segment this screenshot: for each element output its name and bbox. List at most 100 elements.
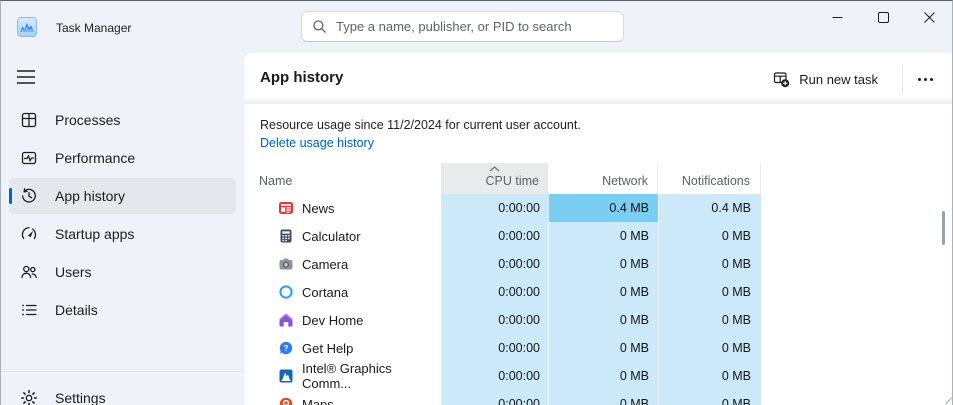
resize-grip-icon (944, 396, 952, 404)
app-name-cell: ? Get Help (244, 334, 441, 362)
sidebar-item-label: Details (55, 302, 98, 318)
more-options-button[interactable] (908, 64, 942, 95)
cpu-time-cell: 0:00:00 (441, 194, 548, 222)
search-box[interactable] (301, 11, 624, 42)
header-divider-band (244, 99, 952, 104)
history-icon (19, 186, 39, 206)
run-new-task-button[interactable]: Run new task (763, 64, 888, 95)
app-name-label: News (302, 200, 335, 216)
window-controls (814, 1, 952, 33)
hamburger-icon (17, 70, 35, 84)
cortana-app-icon (278, 284, 294, 300)
sidebar-item-app-history[interactable]: App history (9, 178, 236, 214)
vertical-scrollbar[interactable] (942, 211, 945, 245)
menu-toggle-button[interactable] (7, 59, 45, 95)
run-new-task-icon (773, 71, 790, 88)
column-header-name[interactable]: Name (244, 163, 441, 194)
search-input[interactable] (336, 19, 613, 34)
column-header-network[interactable]: Network (548, 163, 658, 194)
table-row[interactable]: Calculator 0:00:00 0 MB 0 MB (244, 222, 952, 250)
app-name-label: Get Help (302, 340, 354, 356)
svg-text:?: ? (284, 344, 289, 353)
details-icon (19, 300, 39, 320)
app-name-cell: Maps (244, 390, 441, 405)
sidebar-item-processes[interactable]: Processes (9, 102, 236, 138)
network-cell: 0.4 MB (548, 194, 658, 222)
cpu-time-cell: 0:00:00 (441, 390, 548, 405)
notifications-cell: 0 MB (658, 278, 761, 306)
network-cell: 0 MB (548, 334, 658, 362)
notifications-cell: 0 MB (658, 222, 761, 250)
column-header-notifications[interactable]: Notifications (658, 163, 761, 194)
network-cell: 0 MB (548, 250, 658, 278)
cpu-time-cell: 0:00:00 (441, 362, 548, 390)
sidebar-footer: Settings (1, 361, 244, 405)
minimize-button[interactable] (814, 1, 860, 33)
cpu-time-cell: 0:00:00 (441, 306, 548, 334)
window-title: Task Manager (56, 21, 132, 35)
sidebar-divider (1, 371, 244, 372)
notifications-cell: 0 MB (658, 250, 761, 278)
table-row[interactable]: Intel® Graphics Comm... 0:00:00 0 MB 0 MB (244, 361, 952, 391)
maximize-button[interactable] (860, 1, 906, 33)
cpu-time-cell: 0:00:00 (441, 278, 548, 306)
titlebar: Task Manager (1, 1, 952, 53)
maximize-icon (877, 11, 889, 23)
gear-icon (19, 388, 39, 405)
notifications-cell: 0.4 MB (658, 194, 761, 222)
app-name-cell: Calculator (244, 222, 441, 250)
network-cell: 0 MB (548, 362, 658, 390)
app-name-label: Intel® Graphics Comm... (302, 361, 392, 391)
devhome-app-icon (278, 312, 294, 328)
sidebar-nav: Processes Performance App history Startu… (1, 100, 244, 330)
network-cell: 0 MB (548, 306, 658, 334)
table-row[interactable]: Cortana 0:00:00 0 MB 0 MB (244, 278, 952, 306)
table-row[interactable]: Maps 0:00:00 0 MB 0 MB (244, 390, 952, 405)
processes-icon (19, 110, 39, 130)
table-row[interactable]: Camera 0:00:00 0 MB 0 MB (244, 250, 952, 278)
table-row[interactable]: ? Get Help 0:00:00 0 MB 0 MB (244, 334, 952, 362)
notifications-cell: 0 MB (658, 390, 761, 405)
app-name-label: Camera (302, 256, 349, 272)
sidebar: Processes Performance App history Startu… (1, 53, 244, 405)
sidebar-item-label: Performance (55, 150, 136, 166)
notifications-cell: 0 MB (658, 306, 761, 334)
users-icon (19, 262, 39, 282)
cpu-time-cell: 0:00:00 (441, 334, 548, 362)
close-button[interactable] (906, 1, 952, 33)
minimize-icon (832, 16, 842, 18)
sidebar-item-users[interactable]: Users (9, 254, 236, 290)
sidebar-item-label: Processes (55, 112, 121, 128)
sidebar-item-performance[interactable]: Performance (9, 140, 236, 176)
app-name-cell: News (244, 194, 441, 222)
selection-accent-bar (9, 188, 12, 204)
sidebar-item-label: Settings (55, 390, 106, 405)
search-icon (312, 19, 327, 34)
task-manager-window: Task Manager Type a name, publisher, or … (0, 0, 953, 405)
run-new-task-label: Run new task (799, 72, 878, 87)
app-name-label: Calculator (302, 228, 361, 244)
table-row[interactable]: Dev Home 0:00:00 0 MB 0 MB (244, 306, 952, 334)
delete-usage-history-link[interactable]: Delete usage history (260, 136, 374, 150)
app-name-cell: Dev Home (244, 306, 441, 334)
sidebar-item-label: App history (55, 188, 126, 204)
sidebar-item-details[interactable]: Details (9, 292, 236, 328)
sidebar-item-settings[interactable]: Settings (9, 380, 236, 405)
maps-app-icon (278, 396, 294, 405)
app-name-label: Cortana (302, 284, 349, 300)
toolbar-divider (902, 65, 903, 94)
startup-icon (19, 224, 39, 244)
news-app-icon (278, 200, 294, 216)
intel-app-icon (278, 368, 294, 384)
sort-ascending-icon (441, 166, 548, 172)
gethelp-app-icon: ? (278, 340, 294, 356)
table-row[interactable]: News 0:00:00 0.4 MB 0.4 MB (244, 194, 952, 222)
sidebar-item-startup-apps[interactable]: Startup apps (9, 216, 236, 252)
network-cell: 0 MB (548, 390, 658, 405)
notifications-cell: 0 MB (658, 362, 761, 390)
sidebar-item-label: Users (55, 264, 92, 280)
app-name-cell: Intel® Graphics Comm... (244, 361, 441, 391)
performance-icon (19, 148, 39, 168)
cpu-time-cell: 0:00:00 (441, 222, 548, 250)
app-history-panel: App history Run new task Resource usage … (244, 53, 952, 405)
